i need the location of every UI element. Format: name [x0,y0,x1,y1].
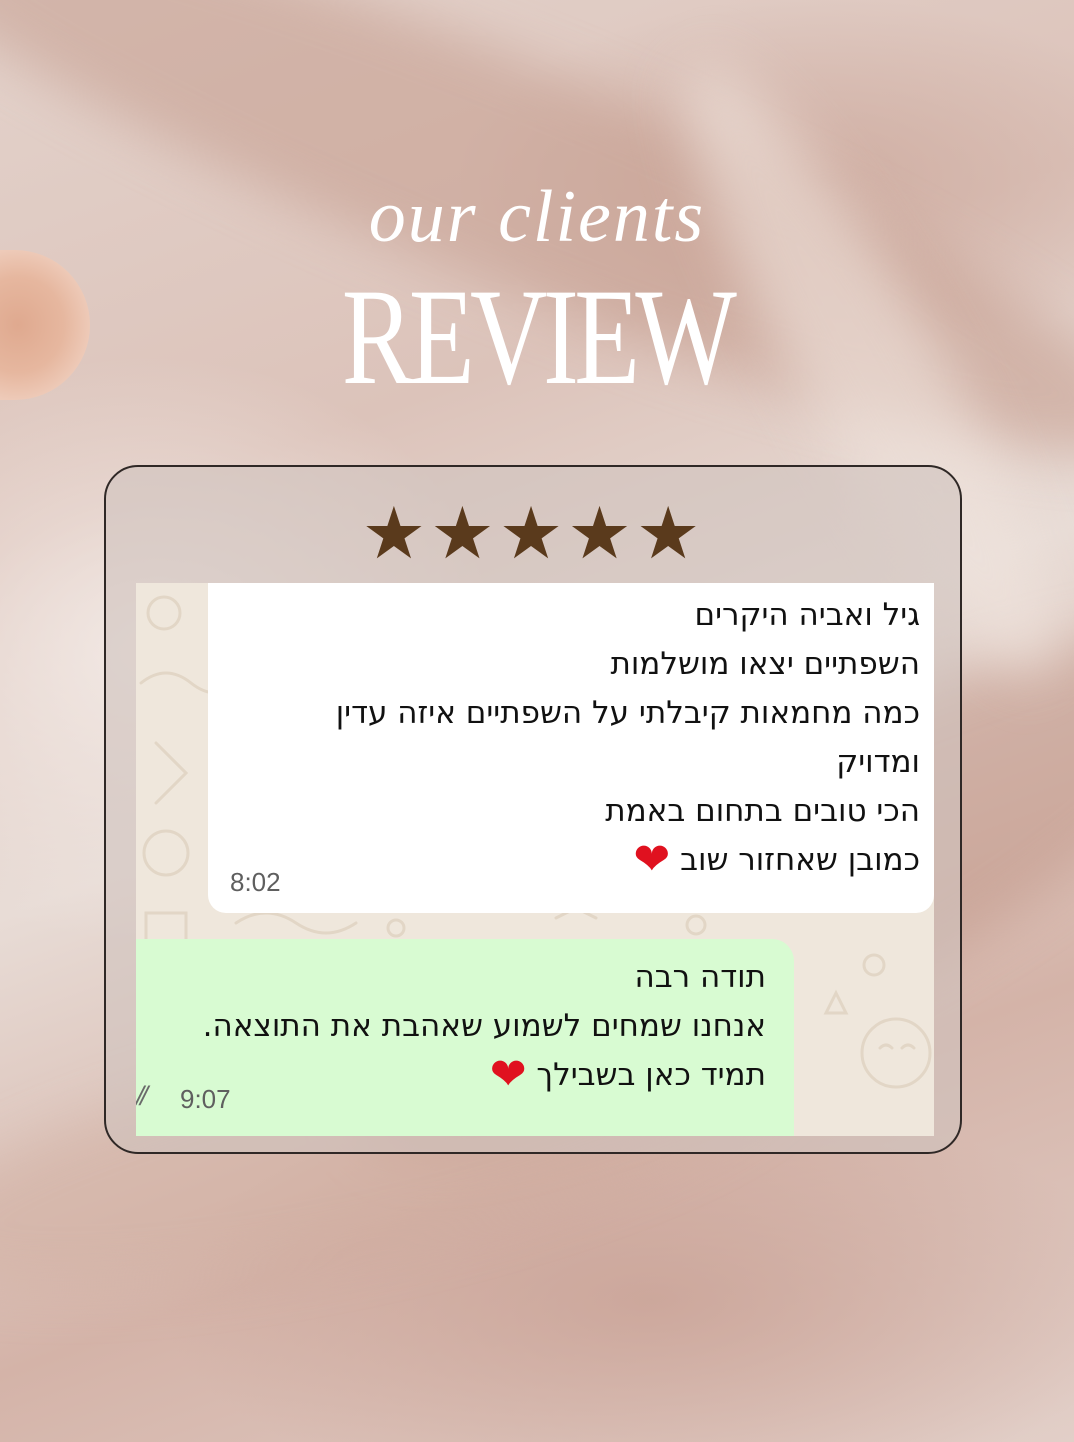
message-line: כמה מחמאות קיבלתי על השפתיים איזה עדין [335,695,920,731]
subtitle: our clients [368,176,706,258]
message-line: ומדויק [836,744,920,780]
message-line: הכי טובים בתחום באמת [605,793,920,829]
message-line: גיל ואביה היקרים [694,597,921,633]
star-rating: ★★★★★ [361,491,705,575]
review-card: ★★★★★ גיל ואביה היקרים השפתיים יצאו מושל… [104,465,962,1154]
received-message-bubble: גיל ואביה היקרים השפתיים יצאו מושלמות כמ… [208,583,934,913]
message-timestamp: 8:02 [230,867,281,897]
message-line: אנחנו שמחים לשמוע שאהבת את התוצאה. [202,1008,766,1044]
message-text: כמובן שאחזור שוב [680,842,920,878]
sent-message-bubble: תודה רבה אנחנו שמחים לשמוע שאהבת את התוצ… [136,939,794,1136]
model-ear [0,250,90,400]
message-timestamp: 9:07 [180,1084,231,1114]
page-title: REVIEW [341,260,737,413]
heart-emoji-icon: ❤ [489,1049,527,1100]
read-receipt-icon: // [136,1081,148,1109]
message-line: תודה רבה [634,959,766,995]
message-line-last: כמובן שאחזור שוב ❤ [222,836,920,885]
message-text: תמיד כאן בשבילך [536,1057,766,1093]
heart-emoji-icon: ❤ [633,834,671,885]
chat-screenshot: גיל ואביה היקרים השפתיים יצאו מושלמות כמ… [136,583,934,1136]
message-line: השפתיים יצאו מושלמות [610,646,920,682]
